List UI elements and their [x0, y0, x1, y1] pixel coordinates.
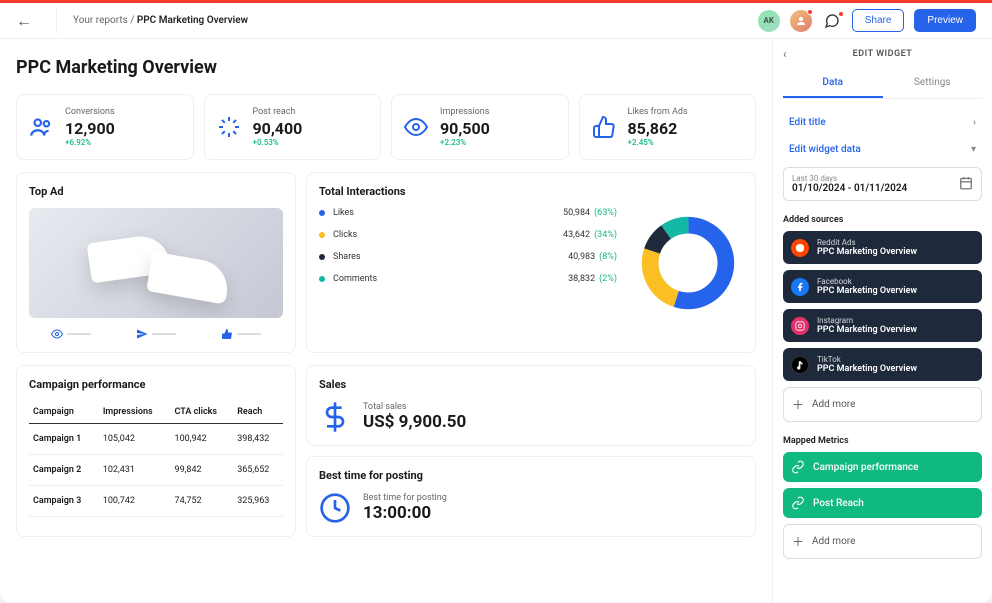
sidebar-title: EDIT WIDGET: [853, 49, 913, 59]
chevron-right-icon: ›: [973, 117, 976, 128]
date-range-input[interactable]: Last 30 days01/10/2024 - 01/11/2024: [783, 167, 982, 201]
sidebar-back-icon[interactable]: ‹: [783, 47, 787, 61]
interaction-clicks: Clicks43,642(34%): [319, 230, 617, 240]
add-metric-button[interactable]: ＋Add more: [783, 524, 982, 559]
kpi-conversions[interactable]: Conversions12,900+6.92%: [16, 94, 194, 160]
ad-like-icon[interactable]: [221, 328, 261, 340]
instagram-icon: [791, 317, 809, 335]
source-tiktok[interactable]: TikTokPPC Marketing Overview: [783, 348, 982, 381]
edit-title-row[interactable]: Edit title›: [783, 113, 982, 132]
top-ad-card: Top Ad: [16, 172, 296, 353]
add-source-button[interactable]: ＋Add more: [783, 387, 982, 422]
plus-icon: ＋: [792, 533, 804, 550]
avatar-user-1[interactable]: AK: [758, 10, 780, 32]
interactions-title: Total Interactions: [319, 185, 617, 198]
divider: [56, 9, 57, 33]
interaction-likes: Likes50,984(63%): [319, 208, 617, 218]
interactions-card: Total Interactions Likes50,984(63%) Clic…: [306, 172, 756, 353]
dollar-icon: [319, 401, 351, 433]
sales-card: Sales Total salesUS$ 9,900.50: [306, 365, 756, 446]
kpi-impressions[interactable]: Impressions90,500+2.23%: [391, 94, 569, 160]
breadcrumb[interactable]: Your reports / PPC Marketing Overview: [73, 15, 248, 26]
avatar-user-2[interactable]: [790, 10, 812, 32]
source-reddit[interactable]: Reddit AdsPPC Marketing Overview: [783, 231, 982, 264]
metric-post-reach[interactable]: Post Reach: [783, 488, 982, 518]
plus-icon: ＋: [792, 396, 804, 413]
people-icon: [27, 113, 55, 141]
source-instagram[interactable]: InstagramPPC Marketing Overview: [783, 309, 982, 342]
edit-widget-sidebar: ‹ EDIT WIDGET Data Settings Edit title› …: [772, 39, 992, 603]
chevron-down-icon: ▾: [971, 144, 976, 155]
interaction-shares: Shares40,983(8%): [319, 252, 617, 262]
best-time-title: Best time for posting: [319, 469, 743, 482]
back-arrow-icon[interactable]: ←: [16, 11, 40, 31]
mapped-metrics-label: Mapped Metrics: [783, 436, 982, 446]
campaign-title: Campaign performance: [29, 378, 283, 391]
link-icon: [791, 496, 805, 510]
metric-campaign-performance[interactable]: Campaign performance: [783, 452, 982, 482]
kpi-likes-from-ads[interactable]: Likes from Ads85,862+2.45%: [579, 94, 757, 160]
top-ad-title: Top Ad: [29, 185, 283, 198]
tiktok-icon: [791, 356, 809, 374]
tab-settings[interactable]: Settings: [883, 69, 983, 98]
calendar-icon: [959, 175, 973, 194]
topbar: ← Your reports / PPC Marketing Overview …: [0, 3, 992, 39]
ad-send-icon[interactable]: [136, 328, 176, 340]
table-row[interactable]: Campaign 2102,43199,842365,652: [29, 455, 283, 486]
facebook-icon: [791, 278, 809, 296]
page-title: PPC Marketing Overview: [16, 57, 756, 78]
added-sources-label: Added sources: [783, 215, 982, 225]
sales-title: Sales: [319, 378, 743, 391]
breadcrumb-prefix: Your reports /: [73, 15, 137, 26]
comment-icon[interactable]: [822, 11, 842, 31]
table-row[interactable]: Campaign 3100,74274,752325,963: [29, 486, 283, 517]
eye-icon: [402, 113, 430, 141]
source-facebook[interactable]: FacebookPPC Marketing Overview: [783, 270, 982, 303]
reddit-icon: [791, 239, 809, 257]
best-time-card: Best time for posting Best time for post…: [306, 456, 756, 537]
campaign-table: Campaign Impressions CTA clicks Reach Ca…: [29, 401, 283, 517]
interactions-donut-chart: [633, 185, 743, 340]
share-button[interactable]: Share: [852, 9, 905, 32]
ad-image[interactable]: [29, 208, 283, 318]
burst-icon: [215, 113, 243, 141]
table-row[interactable]: Campaign 1105,042100,942398,432: [29, 424, 283, 455]
preview-button[interactable]: Preview: [914, 9, 976, 32]
clock-icon: [319, 492, 351, 524]
breadcrumb-current: PPC Marketing Overview: [137, 15, 248, 26]
ad-views-icon[interactable]: [51, 328, 91, 340]
link-icon: [791, 460, 805, 474]
tab-data[interactable]: Data: [783, 69, 883, 98]
edit-widget-data-row[interactable]: Edit widget data▾: [783, 140, 982, 159]
kpi-post-reach[interactable]: Post reach90,400+0.53%: [204, 94, 382, 160]
campaign-card: Campaign performance Campaign Impression…: [16, 365, 296, 537]
thumbs-up-icon: [590, 113, 618, 141]
interaction-comments: Comments38,832(2%): [319, 274, 617, 284]
